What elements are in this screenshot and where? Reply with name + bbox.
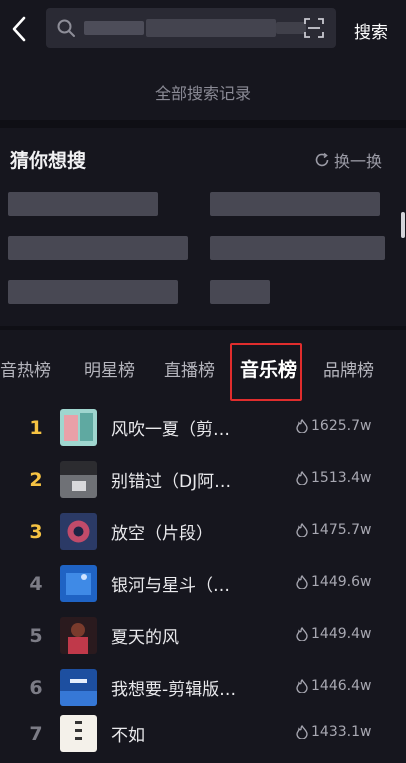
flame-icon — [296, 523, 308, 537]
heat-value: 1433.1w — [296, 724, 371, 740]
song-title: 风吹一夏（剪… — [111, 420, 230, 440]
rank-number: 3 — [29, 521, 43, 543]
ranking-row[interactable]: 1 风吹一夏（剪… 1625.7w — [0, 405, 406, 457]
rank-number: 2 — [29, 469, 43, 491]
song-title: 我想要-剪辑版… — [111, 680, 237, 700]
heat-label: 1446.4w — [311, 678, 372, 694]
tab-live[interactable]: 直播榜 — [164, 356, 215, 381]
heat-label: 1625.7w — [311, 418, 372, 434]
rank-number: 4 — [29, 573, 43, 595]
song-cover — [60, 565, 97, 602]
flame-icon — [296, 725, 308, 739]
section-divider — [0, 120, 406, 128]
ranking-row[interactable]: 2 别错过（DJ阿… 1513.4w — [0, 457, 406, 509]
heat-value: 1475.7w — [296, 522, 371, 538]
ranking-row[interactable]: 3 放空（片段） 1475.7w — [0, 509, 406, 561]
suggestion-item[interactable] — [8, 236, 188, 260]
song-title: 不如 — [111, 726, 145, 746]
song-cover — [60, 461, 97, 498]
flame-icon — [296, 575, 308, 589]
heat-value: 1513.4w — [296, 470, 371, 486]
tab-highlight-box — [230, 343, 302, 401]
heat-value: 1446.4w — [296, 678, 371, 694]
flame-icon — [296, 419, 308, 433]
tab-hot[interactable]: 音热榜 — [0, 356, 51, 381]
search-input[interactable] — [46, 8, 336, 48]
tab-stars[interactable]: 明星榜 — [84, 356, 135, 381]
song-title: 放空（片段） — [111, 524, 213, 544]
heat-value: 1625.7w — [296, 418, 371, 434]
ranking-row[interactable]: 4 银河与星斗（… 1449.6w — [0, 561, 406, 613]
ranking-row[interactable]: 7 不如 1433.1w — [0, 711, 406, 763]
ranking-row[interactable]: 6 我想要-剪辑版… 1446.4w — [0, 665, 406, 717]
blurred-query — [146, 19, 276, 37]
suggestion-item[interactable] — [8, 280, 178, 304]
song-cover — [60, 513, 97, 550]
blurred-query — [84, 21, 144, 35]
suggestion-item[interactable] — [8, 192, 158, 216]
song-title: 银河与星斗（… — [111, 576, 230, 596]
ranking-row[interactable]: 5 夏天的风 1449.4w — [0, 613, 406, 665]
refresh-icon — [315, 152, 329, 167]
scrollbar[interactable] — [401, 212, 405, 238]
song-cover — [60, 409, 97, 446]
rank-number: 1 — [29, 417, 43, 439]
rank-number: 5 — [29, 625, 43, 647]
heat-label: 1513.4w — [311, 470, 372, 486]
heat-value: 1449.4w — [296, 626, 371, 642]
flame-icon — [296, 627, 308, 641]
flame-icon — [296, 471, 308, 485]
song-cover — [60, 715, 97, 752]
song-cover — [60, 617, 97, 654]
suggestion-item[interactable] — [210, 280, 270, 304]
heat-label: 1449.4w — [311, 626, 372, 642]
rank-number: 7 — [29, 723, 43, 745]
refresh-label: 换一换 — [334, 152, 383, 171]
rank-number: 6 — [29, 677, 43, 699]
tab-brand[interactable]: 品牌榜 — [323, 356, 374, 381]
song-cover — [60, 669, 97, 706]
suggestion-item[interactable] — [210, 236, 385, 260]
heat-label: 1449.6w — [311, 574, 372, 590]
song-title: 夏天的风 — [111, 628, 179, 648]
heat-value: 1449.6w — [296, 574, 371, 590]
guess-title: 猜你想搜 — [10, 150, 87, 172]
search-button[interactable]: 搜索 — [354, 18, 388, 43]
song-title: 别错过（DJ阿… — [111, 472, 232, 492]
back-button[interactable] — [8, 14, 30, 44]
heat-label: 1433.1w — [311, 724, 372, 740]
scan-icon[interactable] — [304, 18, 324, 38]
all-search-history-link[interactable]: 全部搜索记录 — [0, 80, 406, 104]
refresh-button[interactable]: 换一换 — [314, 148, 382, 172]
search-icon — [57, 19, 75, 37]
flame-icon — [296, 679, 308, 693]
section-divider — [0, 326, 406, 330]
chevron-left-icon — [12, 16, 26, 42]
blurred-query — [276, 22, 306, 34]
suggestion-item[interactable] — [210, 192, 380, 216]
heat-label: 1475.7w — [311, 522, 372, 538]
